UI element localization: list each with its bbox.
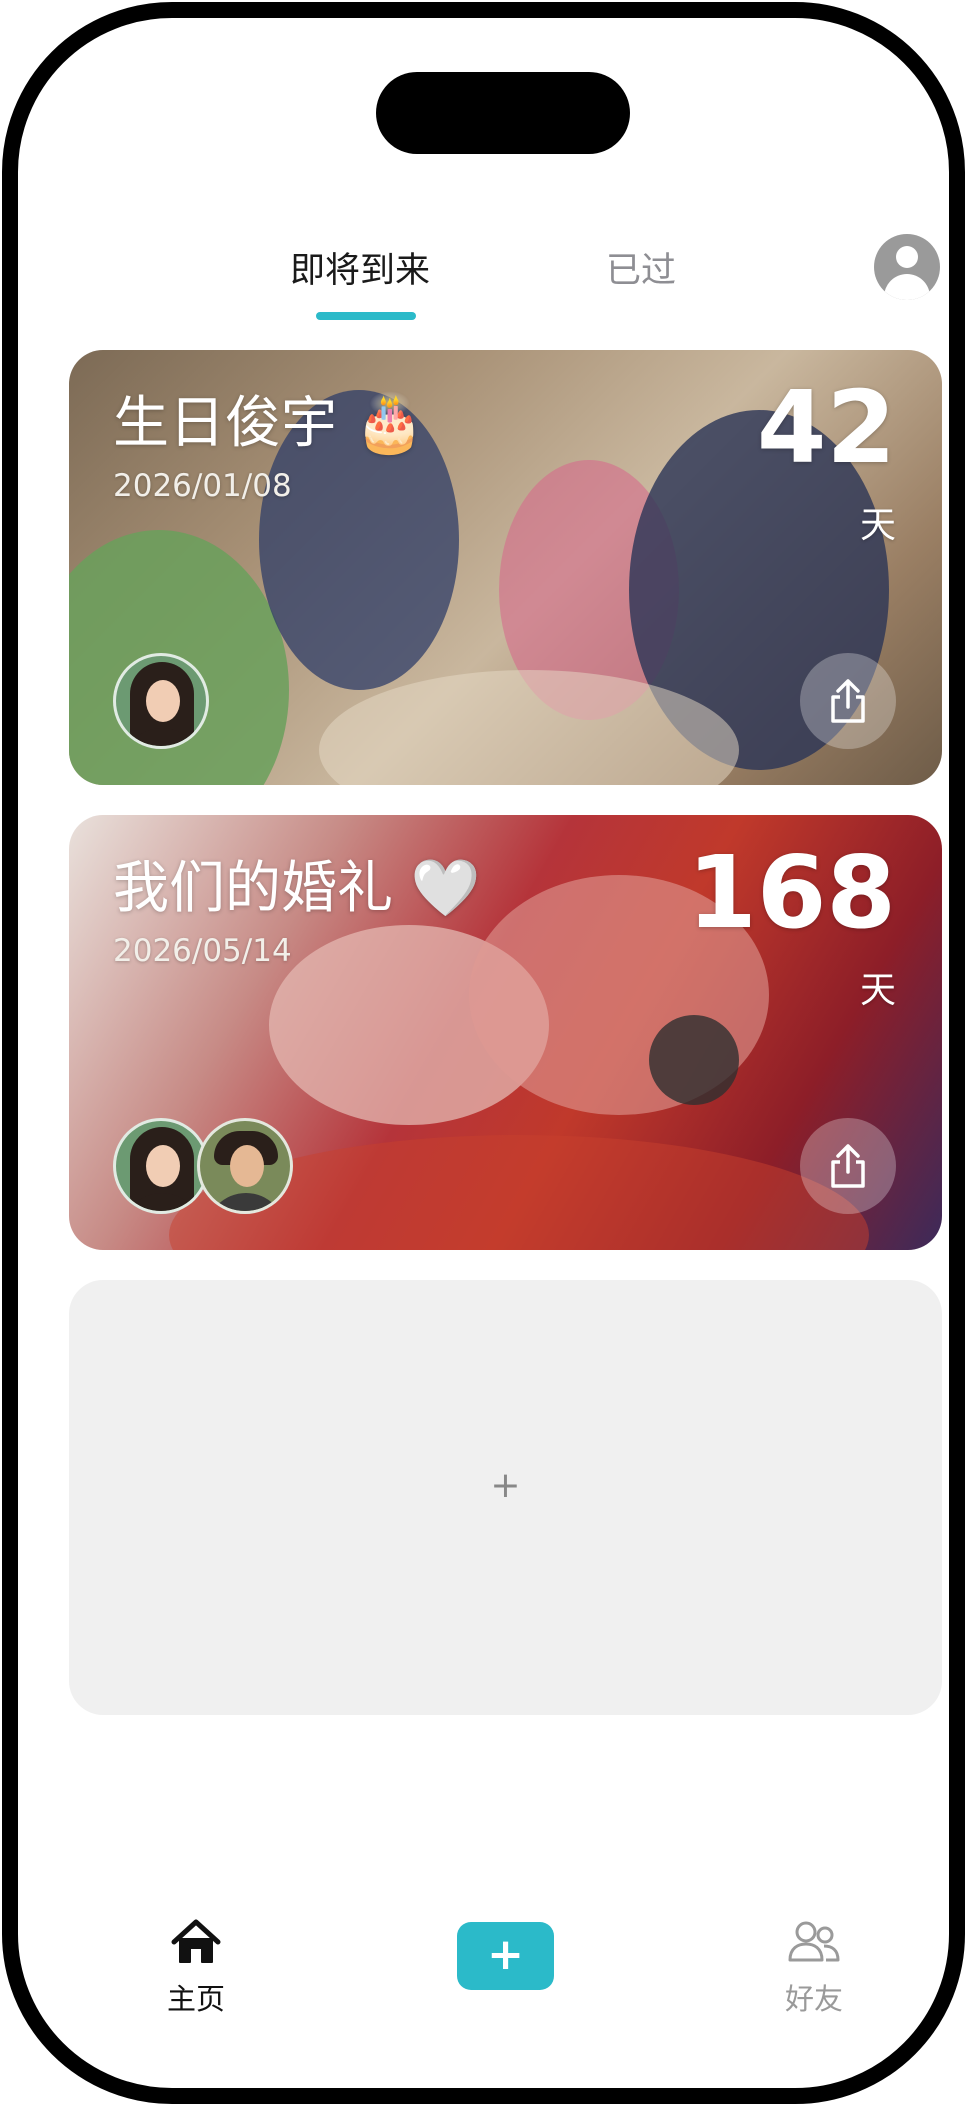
days-unit: 天 — [859, 505, 896, 546]
add-event-card[interactable]: + — [69, 1280, 942, 1715]
nav-friends-label: 好友 — [784, 1982, 843, 2016]
tab-upcoming[interactable]: 即将到来 — [290, 242, 430, 293]
tab-past[interactable]: 已过 — [606, 242, 676, 293]
tab-active-indicator — [316, 312, 416, 320]
days-count: 42 — [756, 369, 896, 486]
participant-avatar[interactable] — [197, 1118, 293, 1214]
event-card-wedding[interactable]: 我们的婚礼 🤍 2026/05/14 168 天 — [69, 815, 942, 1250]
participant-avatar[interactable] — [113, 653, 209, 749]
event-date: 2026/01/08 — [113, 468, 292, 504]
share-icon — [831, 679, 865, 723]
share-button[interactable] — [800, 653, 896, 749]
nav-friends[interactable]: 好友 — [754, 1918, 874, 2018]
event-title: 我们的婚礼 🤍 — [113, 856, 481, 921]
plus-icon: + — [490, 1465, 521, 1506]
nav-home[interactable]: 主页 — [136, 1918, 256, 2018]
profile-icon[interactable] — [874, 234, 940, 300]
home-icon — [171, 1919, 221, 1963]
share-icon — [831, 1144, 865, 1188]
add-event-button[interactable]: + — [457, 1922, 554, 1990]
event-title: 生日俊宇 🎂 — [113, 391, 425, 456]
days-unit: 天 — [859, 970, 896, 1011]
days-count: 168 — [687, 834, 896, 951]
dynamic-island — [376, 72, 630, 154]
participant-avatar[interactable] — [113, 1118, 209, 1214]
phone-frame: 即将到来 已过 生日俊宇 🎂 2026/01/08 42 天 我们的婚礼 🤍 2… — [2, 2, 965, 2104]
event-card-birthday[interactable]: 生日俊宇 🎂 2026/01/08 42 天 — [69, 350, 942, 785]
share-button[interactable] — [800, 1118, 896, 1214]
friends-icon — [788, 1921, 840, 1962]
event-date: 2026/05/14 — [113, 933, 292, 969]
nav-home-label: 主页 — [166, 1982, 225, 2016]
